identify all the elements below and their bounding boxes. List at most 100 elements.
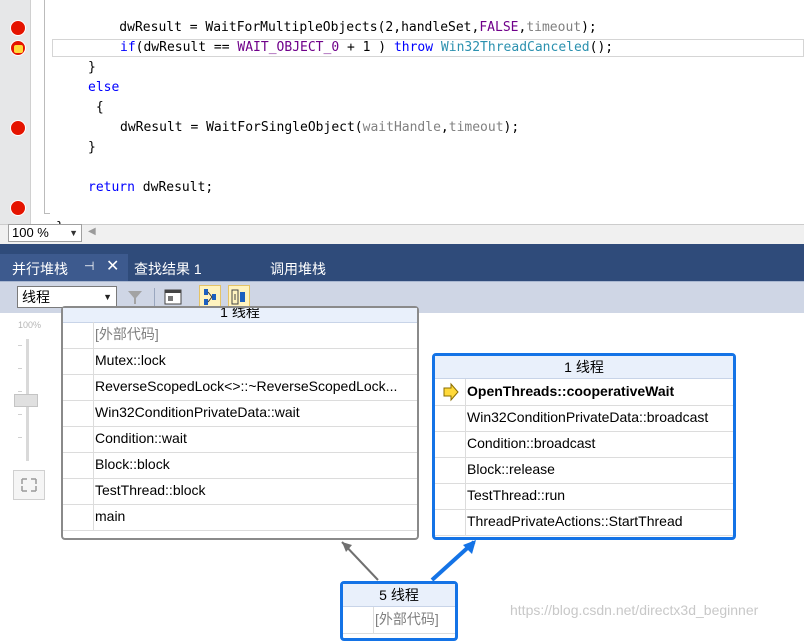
code-token: (dwResult == [135,40,238,55]
stack-frame-label: Condition::wait [95,430,187,446]
stack-frame-label: Block::release [467,461,555,477]
code-token: ); [581,20,597,35]
stack-frame-row[interactable]: main [63,504,417,531]
current-frame-arrow-icon [443,382,459,402]
stack-frame-label: ReverseScopedLock<>::~ReverseScopedLock.… [95,378,398,394]
code-token: { [88,100,104,115]
outline-end [44,213,50,214]
pin-icon[interactable]: ⊣ [84,259,94,273]
zoom-level-dropdown[interactable]: 100 % ▼ [8,224,82,242]
frame-gutter [63,374,94,400]
view-mode-dropdown[interactable]: 线程 ▼ [17,286,117,308]
stack-frame-label: Mutex::lock [95,352,166,368]
code-token: + 1 ) [339,40,394,55]
code-token: throw [393,40,434,55]
code-editor[interactable]: dwResult = WaitForMultipleObjects(2,hand… [0,0,804,224]
stack-box-main-thread[interactable]: 1 线程 [外部代码]Mutex::lockReverseScopedLock<… [61,306,419,540]
stack-frame-label: TestThread::block [95,482,206,498]
code-line[interactable]: { [88,100,104,116]
frame-gutter [435,509,466,535]
zoom-percent-label: 100% [18,320,42,330]
code-line[interactable]: else [88,80,119,96]
tab-call-stack[interactable]: 调用堆栈 [270,259,326,279]
stack-frame-row[interactable]: OpenThreads::cooperativeWait [435,379,733,406]
code-token: ); [503,120,520,135]
zoom-to-fit-button[interactable] [13,470,45,500]
code-line[interactable]: dwResult = WaitForMultipleObjects(2,hand… [88,20,597,36]
chevron-down-icon: ▼ [69,228,78,238]
code-line[interactable]: return dwResult; [88,180,213,196]
stack-box-header: 1 线程 [63,308,417,323]
zoom-level-value: 100 % [12,225,49,240]
zoom-slider-thumb[interactable] [14,394,38,407]
watermark: https://blog.csdn.net/directx3d_beginner [510,602,759,618]
scroll-left-icon[interactable]: ◀ [88,226,96,237]
code-line[interactable]: dwResult = WaitForSingleObject(waitHandl… [120,120,519,136]
frame-gutter [435,457,466,483]
close-icon[interactable]: ✕ [106,256,119,276]
chevron-down-icon: ▼ [103,292,112,302]
stack-box-title: 1 线程 [220,308,260,320]
code-token: timeout [526,20,582,35]
code-token: timeout [448,120,504,135]
stack-frame-label: Block::block [95,456,170,472]
stack-frame-label: ThreadPrivateActions::StartThread [467,513,683,529]
stack-frame-row[interactable]: Mutex::lock [63,348,417,375]
stack-frame-row[interactable]: TestThread::run [435,483,733,510]
stack-box-header: 5 线程 [343,584,455,607]
code-token: } [88,60,96,75]
outline-line [44,0,45,214]
stack-frame-label: Win32ConditionPrivateData::broadcast [467,409,709,425]
breakpoint-icon[interactable] [10,200,26,216]
stack-frame-label: OpenThreads::cooperativeWait [467,383,675,399]
code-token: WAIT_OBJECT_0 [237,40,340,55]
code-token: , [440,120,449,135]
stack-box-current-thread[interactable]: 1 线程 OpenThreads::cooperativeWaitWin32Co… [432,353,736,540]
stack-frame-row[interactable]: [外部代码] [63,322,417,349]
frame-gutter [435,379,466,405]
tab-find-results[interactable]: 查找结果 1 [134,259,202,279]
stack-frame-row[interactable]: Win32ConditionPrivateData::broadcast [435,405,733,432]
stack-box-title: 1 线程 [564,359,604,375]
code-token: if [120,40,136,55]
stack-frame-row[interactable]: Block::block [63,452,417,479]
stack-frame-row[interactable]: Condition::broadcast [435,431,733,458]
frame-gutter [63,400,94,426]
frame-gutter [435,431,466,457]
code-line[interactable]: if(dwResult == WAIT_OBJECT_0 + 1 ) throw… [120,40,613,56]
view-mode-value: 线程 [22,289,50,305]
tab-parallel-stacks-label[interactable]: 并行堆栈 [12,259,68,279]
slider-tick [18,414,22,415]
stack-frame-row[interactable]: TestThread::block [63,478,417,505]
stack-frame-row[interactable]: Block::release [435,457,733,484]
frame-gutter [63,504,94,530]
breakpoint-gutter[interactable] [0,0,31,224]
stack-frame-row[interactable]: ThreadPrivateActions::StartThread [435,509,733,536]
code-token: FALSE [479,20,519,35]
stack-frame-row[interactable]: [外部代码] [343,607,455,634]
stack-frame-row[interactable]: ReverseScopedLock<>::~ReverseScopedLock.… [63,374,417,401]
breakpoint-icon[interactable] [10,20,26,36]
stack-frame-label: TestThread::run [467,487,566,503]
stack-frame-row[interactable]: Condition::wait [63,426,417,453]
code-token: dwResult = WaitForSingleObject( [120,120,363,135]
slider-tick [18,437,22,438]
stack-box-five-threads[interactable]: 5 线程 [外部代码] [340,581,458,641]
breakpoint-icon[interactable] [10,120,26,136]
stack-frame-label: [外部代码] [375,611,439,627]
code-token: } [88,140,96,155]
stack-frame-label: Win32ConditionPrivateData::wait [95,404,300,420]
frame-gutter [63,426,94,452]
code-token: waitHandle [362,120,441,135]
slider-tick [18,368,22,369]
code-token: return [88,180,135,195]
frame-gutter [63,478,94,504]
code-line[interactable]: } [88,60,96,76]
code-line[interactable]: } [88,140,96,156]
current-statement-breakpoint-icon[interactable] [10,40,26,56]
code-token: Win32ThreadCanceled [440,40,590,55]
code-token: else [88,80,120,95]
stack-frame-row[interactable]: Win32ConditionPrivateData::wait [63,400,417,427]
frame-gutter [63,452,94,478]
